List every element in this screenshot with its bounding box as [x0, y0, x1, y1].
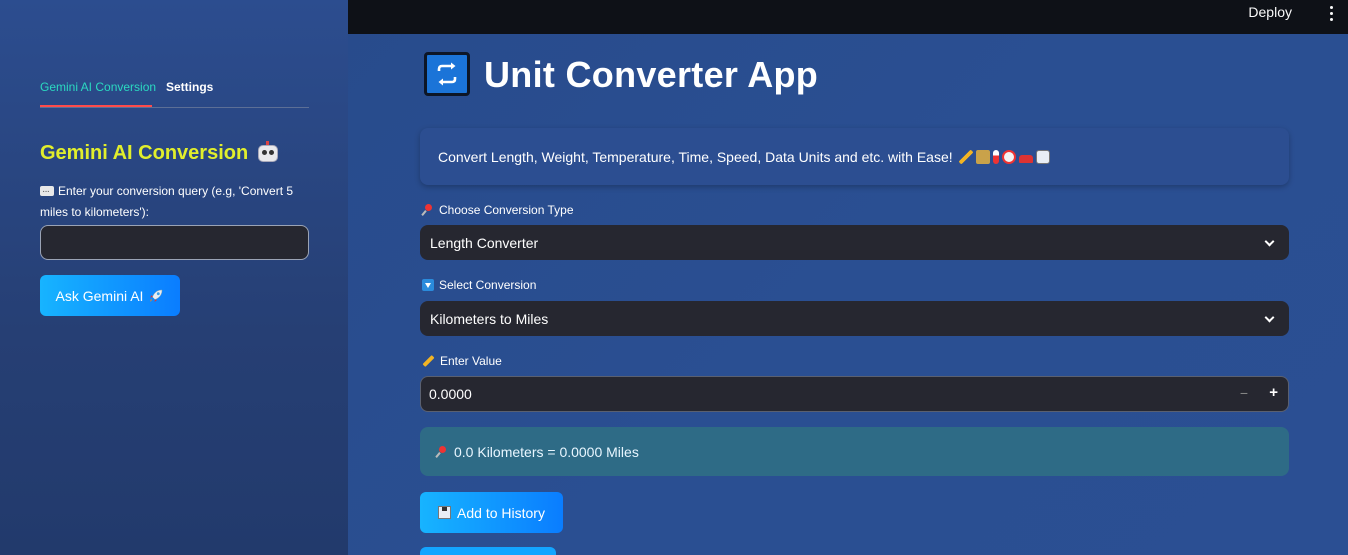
select-conversion-label-text: Select Conversion	[439, 278, 537, 292]
conversion-type-value: Length Converter	[430, 234, 539, 251]
robot-icon	[256, 141, 280, 165]
conversion-type-label-text: Choose Conversion Type	[439, 203, 574, 217]
scales-icon	[975, 149, 990, 164]
add-to-history-label: Add to History	[457, 504, 545, 521]
ask-gemini-button[interactable]: Ask Gemini AI	[40, 275, 180, 316]
enter-value-label-text: Enter Value	[440, 354, 502, 368]
intro-icons	[958, 149, 1050, 164]
rocket-icon	[150, 289, 163, 302]
intro-text: Convert Length, Weight, Temperature, Tim…	[438, 148, 953, 165]
enter-value-label: Enter Value	[422, 354, 502, 368]
car-icon	[1018, 154, 1033, 163]
sidebar-title: Gemini AI Conversion	[40, 141, 280, 165]
result-box: 0.0 Kilometers = 0.0000 Miles	[420, 427, 1289, 476]
decrement-button[interactable]: −	[1240, 385, 1248, 401]
select-conversion-value: Kilometers to Miles	[430, 310, 549, 327]
result-text: 0.0 Kilometers = 0.0000 Miles	[454, 443, 639, 460]
top-bar: Deploy	[348, 0, 1348, 34]
increment-button[interactable]: +	[1269, 384, 1278, 401]
floppy-disk-icon	[1035, 149, 1050, 164]
chevron-down-icon	[1264, 236, 1275, 247]
select-conversion-label: Select Conversion	[422, 278, 536, 292]
query-input[interactable]	[40, 225, 309, 260]
deploy-button[interactable]: Deploy	[1248, 4, 1292, 20]
query-label: Enter your conversion query (e.g, 'Conve…	[40, 181, 300, 223]
add-to-history-button[interactable]: Add to History	[420, 492, 563, 533]
enter-value-field: − +	[420, 376, 1289, 412]
repeat-icon	[424, 52, 470, 96]
chevron-down-icon	[1264, 312, 1275, 323]
pushpin-icon	[422, 204, 434, 216]
sidebar-tabs: Gemini AI Conversion Settings	[40, 80, 309, 108]
sidebar-title-text: Gemini AI Conversion	[40, 141, 249, 164]
pencil-icon	[422, 354, 435, 368]
floppy-disk-icon	[438, 506, 452, 519]
conversion-type-select[interactable]: Length Converter	[420, 225, 1289, 260]
alarm-clock-icon	[1001, 149, 1016, 164]
down-arrow-button-icon	[422, 279, 434, 291]
conversion-type-label: Choose Conversion Type	[422, 203, 574, 217]
ruler-icon	[958, 149, 973, 164]
more-options-icon[interactable]	[1326, 4, 1336, 22]
query-label-text: Enter your conversion query (e.g, 'Conve…	[40, 184, 294, 219]
intro-card: Convert Length, Weight, Temperature, Tim…	[420, 128, 1289, 185]
select-conversion-select[interactable]: Kilometers to Miles	[420, 301, 1289, 336]
partial-button[interactable]	[420, 547, 556, 555]
page-title: Unit Converter App	[484, 54, 819, 95]
value-input[interactable]	[421, 377, 1221, 411]
pushpin-icon	[436, 445, 448, 458]
tab-settings[interactable]: Settings	[166, 80, 213, 94]
thermometer-icon	[992, 149, 999, 164]
tab-gemini-ai-conversion[interactable]: Gemini AI Conversion	[40, 80, 156, 107]
ask-gemini-label: Ask Gemini AI	[55, 287, 144, 304]
speech-bubble-icon	[40, 181, 54, 202]
